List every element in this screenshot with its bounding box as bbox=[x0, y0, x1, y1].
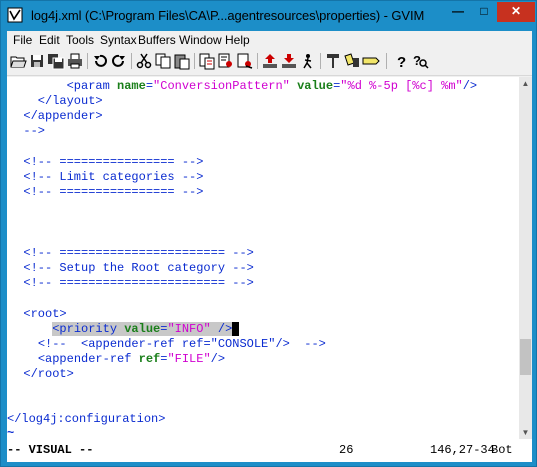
scroll-position: Bot bbox=[491, 443, 513, 457]
code-line: --> bbox=[9, 124, 46, 138]
run-ctags-icon[interactable] bbox=[343, 52, 361, 70]
client-area: File Edit Tools Syntax Buffers Window He… bbox=[7, 31, 532, 462]
menu-file[interactable]: File bbox=[13, 33, 32, 47]
toolbar-separator bbox=[386, 53, 387, 69]
empty-line-tilde: ~ bbox=[7, 426, 15, 439]
cut-icon[interactable] bbox=[135, 52, 153, 70]
menu-edit[interactable]: Edit bbox=[39, 33, 60, 47]
scrollbar-thumb[interactable] bbox=[520, 339, 531, 375]
find-next-icon[interactable] bbox=[217, 52, 235, 70]
minimize-button[interactable]: — bbox=[445, 2, 471, 22]
menu-help[interactable]: Help bbox=[225, 33, 250, 47]
toolbar: ? ? bbox=[7, 49, 532, 76]
toolbar-separator bbox=[87, 53, 88, 69]
find-help-icon[interactable]: ? bbox=[411, 52, 429, 70]
menu-buffers[interactable]: Buffers bbox=[138, 33, 176, 47]
editor-text-area[interactable]: <param name="ConversionPattern" value="%… bbox=[7, 77, 519, 439]
menu-tools[interactable]: Tools bbox=[66, 33, 94, 47]
toolbar-separator bbox=[131, 53, 132, 69]
make-icon[interactable] bbox=[324, 52, 342, 70]
code-line: </log4j:configuration> bbox=[7, 412, 166, 426]
text-cursor bbox=[232, 322, 240, 336]
code-line-selected: <priority value="INFO" /> bbox=[9, 322, 240, 337]
command-status-line: -- VISUAL -- 26 146,27-34 Bot bbox=[7, 439, 532, 462]
code-line: <param name="ConversionPattern" value="%… bbox=[66, 79, 478, 93]
code-line: </layout> bbox=[9, 94, 103, 108]
print-icon[interactable] bbox=[66, 52, 84, 70]
mode-indicator: -- VISUAL -- bbox=[7, 443, 94, 457]
save-all-icon[interactable] bbox=[47, 52, 65, 70]
visual-selection: <priority value="INFO" /> bbox=[52, 322, 233, 336]
menu-window[interactable]: Window bbox=[179, 33, 222, 47]
replace-icon[interactable] bbox=[198, 52, 216, 70]
menu-syntax[interactable]: Syntax bbox=[100, 33, 137, 47]
title-bar[interactable]: log4j.xml (C:\Program Files\CA\P...agent… bbox=[1, 1, 536, 31]
code-line: <root> bbox=[9, 307, 67, 321]
code-line: <!-- ================ --> bbox=[9, 155, 204, 169]
scroll-down-arrow-icon[interactable]: ▼ bbox=[519, 426, 532, 439]
code-line: <appender-ref ref="FILE"/> bbox=[37, 352, 226, 366]
help-icon[interactable]: ? bbox=[392, 52, 410, 70]
vim-app-icon bbox=[7, 7, 23, 23]
toolbar-separator bbox=[320, 53, 321, 69]
save-icon[interactable] bbox=[28, 52, 46, 70]
code-line: <!-- Limit categories --> bbox=[9, 170, 204, 184]
selection-count: 26 bbox=[339, 443, 354, 457]
tag-jump-icon[interactable] bbox=[362, 52, 380, 70]
run-script-icon[interactable] bbox=[299, 52, 317, 70]
find-prev-icon[interactable] bbox=[236, 52, 254, 70]
svg-text:?: ? bbox=[413, 53, 421, 68]
load-session-icon[interactable] bbox=[261, 52, 279, 70]
menu-bar: File Edit Tools Syntax Buffers Window He… bbox=[7, 31, 532, 49]
code-line: </appender> bbox=[9, 109, 103, 123]
open-icon[interactable] bbox=[9, 52, 27, 70]
window-title: log4j.xml (C:\Program Files\CA\P...agent… bbox=[31, 8, 425, 23]
vertical-scrollbar[interactable]: ▲ ▼ bbox=[519, 77, 532, 439]
close-button[interactable]: ✕ bbox=[497, 2, 535, 22]
maximize-button[interactable]: □ bbox=[471, 2, 497, 22]
svg-text:?: ? bbox=[397, 54, 406, 70]
copy-icon[interactable] bbox=[154, 52, 172, 70]
code-line: <!-- ================ --> bbox=[9, 185, 204, 199]
undo-icon[interactable] bbox=[91, 52, 109, 70]
code-line: <!-- ======================= --> bbox=[9, 246, 254, 260]
toolbar-separator bbox=[194, 53, 195, 69]
code-line: </root> bbox=[9, 367, 74, 381]
code-line: <!-- <appender-ref ref="CONSOLE"/> --> bbox=[37, 337, 326, 351]
code-line: <!-- Setup the Root category --> bbox=[9, 261, 254, 275]
redo-icon[interactable] bbox=[110, 52, 128, 70]
scroll-up-arrow-icon[interactable]: ▲ bbox=[519, 77, 532, 90]
gvim-window: log4j.xml (C:\Program Files\CA\P...agent… bbox=[0, 0, 537, 467]
save-session-icon[interactable] bbox=[280, 52, 298, 70]
cursor-position: 146,27-34 bbox=[430, 443, 495, 457]
code-line: <!-- ======================= --> bbox=[9, 276, 254, 290]
paste-icon[interactable] bbox=[173, 52, 191, 70]
toolbar-separator bbox=[257, 53, 258, 69]
